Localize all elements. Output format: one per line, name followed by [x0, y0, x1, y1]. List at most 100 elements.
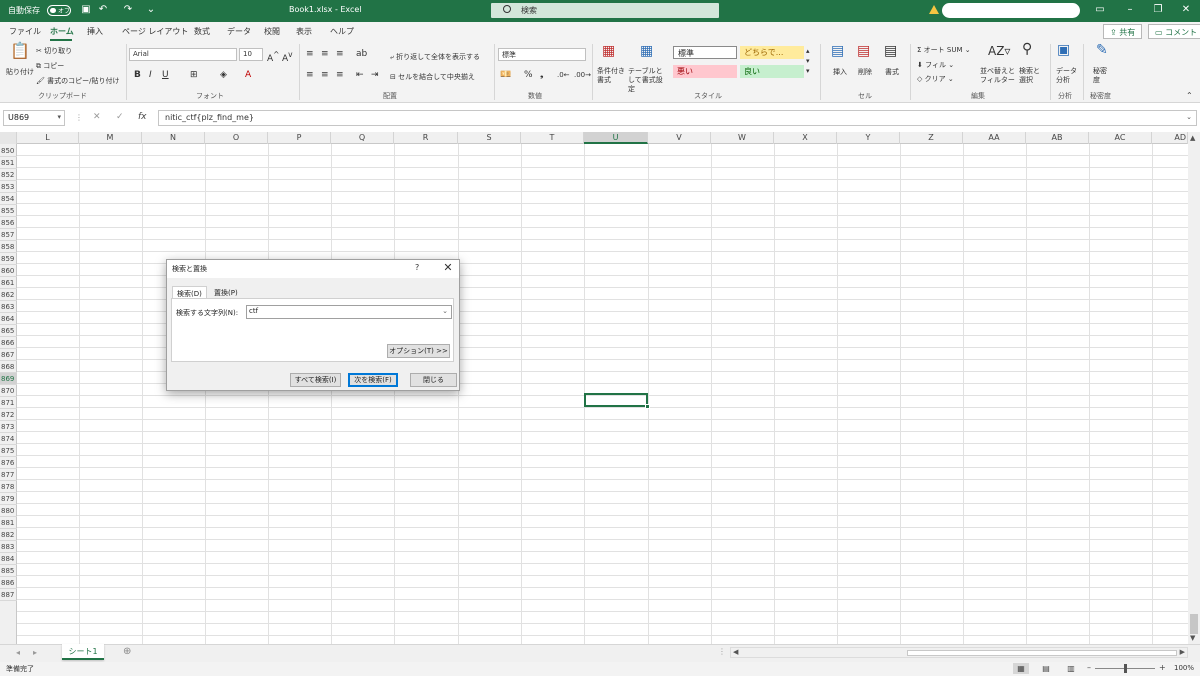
next-sheet-icon[interactable]: ▸ — [33, 648, 37, 657]
options-button[interactable]: オプション(T) >> — [387, 344, 450, 358]
conditional-formatting-icon[interactable]: ▦ — [602, 44, 615, 58]
confirm-entry-icon[interactable]: ✓ — [116, 112, 124, 122]
row-header[interactable]: 881 — [0, 517, 17, 529]
zoom-out-icon[interactable]: – — [1087, 663, 1091, 672]
column-header[interactable]: X — [774, 132, 837, 144]
delete-cells-label[interactable]: 削除 — [858, 67, 872, 77]
zoom-level[interactable]: 100% — [1174, 664, 1194, 672]
row-header[interactable]: 858 — [0, 241, 17, 253]
font-size-select[interactable]: 10 — [239, 48, 263, 61]
merge-center-button[interactable]: ⊟ セルを結合して中央揃え — [390, 72, 475, 82]
hscroll-thumb[interactable] — [907, 650, 1177, 656]
increase-decimal-icon[interactable]: .0← — [557, 70, 570, 80]
account-name-redacted[interactable] — [942, 3, 1080, 18]
decrease-indent-icon[interactable]: ⇤ — [356, 70, 364, 80]
style-normal[interactable]: 標準 — [673, 46, 737, 59]
column-header[interactable]: W — [711, 132, 774, 144]
sort-filter-icon[interactable]: AZ▿ — [988, 45, 1010, 57]
add-sheet-icon[interactable]: ⊕ — [123, 646, 131, 657]
fill-color-icon[interactable]: ◈ — [220, 70, 227, 80]
increase-font-icon[interactable]: A^ — [267, 50, 279, 64]
zoom-in-icon[interactable]: + — [1159, 663, 1166, 672]
column-header[interactable]: AD — [1152, 132, 1188, 144]
row-header[interactable]: 879 — [0, 493, 17, 505]
row-header[interactable]: 863 — [0, 301, 17, 313]
cancel-entry-icon[interactable]: ✕ — [93, 112, 101, 122]
row-header[interactable]: 883 — [0, 541, 17, 553]
column-header[interactable]: L — [17, 132, 79, 144]
select-all-corner[interactable] — [0, 132, 17, 144]
column-header[interactable]: AA — [963, 132, 1026, 144]
horizontal-scrollbar[interactable]: ◀ ▶ — [730, 647, 1188, 658]
scroll-up-icon[interactable]: ▲ — [1190, 134, 1195, 142]
row-header[interactable]: 887 — [0, 589, 17, 601]
row-header[interactable]: 876 — [0, 457, 17, 469]
percent-icon[interactable]: % — [524, 70, 533, 80]
row-header[interactable]: 852 — [0, 169, 17, 181]
restore-icon[interactable]: ❐ — [1152, 4, 1164, 16]
column-header[interactable]: R — [394, 132, 458, 144]
clear-button[interactable]: ◇ クリア ⌄ — [917, 74, 954, 84]
minimize-icon[interactable]: – — [1124, 4, 1136, 16]
column-header[interactable]: M — [79, 132, 142, 144]
collapse-ribbon-icon[interactable]: ⌃ — [1186, 91, 1193, 101]
tab-data[interactable]: データ — [227, 26, 251, 37]
insert-function-icon[interactable]: fx — [138, 112, 147, 122]
zoom-slider-knob[interactable] — [1124, 664, 1127, 673]
find-what-input[interactable]: ctf ⌄ — [246, 305, 452, 319]
format-painter-button[interactable]: 🖌 書式のコピー/貼り付け — [36, 76, 119, 86]
tab-home[interactable]: ホーム — [50, 26, 74, 37]
tab-insert[interactable]: 挿入 — [87, 26, 103, 37]
column-header[interactable]: Q — [331, 132, 394, 144]
row-header[interactable]: 885 — [0, 565, 17, 577]
formula-input[interactable]: nitic_ctf{plz_find_me} ⌄ — [158, 110, 1197, 126]
row-header[interactable]: 850 — [0, 145, 17, 157]
find-next-button[interactable]: 次を検索(F) — [348, 373, 398, 387]
help-icon[interactable]: ? — [415, 263, 419, 272]
prev-sheet-icon[interactable]: ◂ — [16, 648, 20, 657]
tab-file[interactable]: ファイル — [9, 26, 41, 37]
sheet-tab-active[interactable]: シート1 — [62, 644, 104, 660]
align-left-icon[interactable]: ≡ — [306, 70, 314, 80]
insert-cells-icon[interactable]: ▤ — [831, 44, 844, 58]
borders-icon[interactable]: ⊞ — [190, 70, 198, 80]
align-middle-icon[interactable]: ≡ — [321, 49, 329, 59]
find-select-icon[interactable]: ⚲ — [1022, 42, 1032, 56]
decrease-font-icon[interactable]: Av — [282, 50, 293, 64]
copy-button[interactable]: ⧉ コピー — [36, 61, 64, 71]
scroll-left-icon[interactable]: ◀ — [733, 648, 738, 656]
tab-splitter-icon[interactable]: ⋮ — [718, 647, 726, 656]
column-header[interactable]: P — [268, 132, 331, 144]
row-header[interactable]: 855 — [0, 205, 17, 217]
column-header[interactable]: V — [648, 132, 711, 144]
row-header[interactable]: 853 — [0, 181, 17, 193]
scroll-thumb[interactable] — [1190, 614, 1198, 634]
expand-formula-icon[interactable]: ⌄ — [1186, 113, 1192, 121]
decrease-decimal-icon[interactable]: .00→ — [574, 70, 591, 80]
style-neutral[interactable]: どちらで... — [740, 46, 804, 59]
sort-filter-label[interactable]: 並べ替えとフィルター — [980, 67, 1018, 85]
row-header[interactable]: 877 — [0, 469, 17, 481]
font-color-icon[interactable]: A — [245, 70, 251, 80]
row-header[interactable]: 864 — [0, 313, 17, 325]
format-as-table-label[interactable]: テーブルとして書式設定 — [628, 67, 668, 94]
style-bad[interactable]: 悪い — [673, 65, 737, 78]
row-header[interactable]: 865 — [0, 325, 17, 337]
undo-icon[interactable]: ↶ — [97, 4, 109, 16]
row-header[interactable]: 873 — [0, 421, 17, 433]
analyze-data-label[interactable]: データ分析 — [1056, 67, 1078, 85]
normal-view-icon[interactable]: ▦ — [1013, 663, 1029, 674]
title-search-box[interactable]: 検索 — [491, 3, 719, 18]
row-header[interactable]: 862 — [0, 289, 17, 301]
row-header[interactable]: 859 — [0, 253, 17, 265]
number-format-select[interactable]: 標準 — [498, 48, 586, 61]
ribbon-display-icon[interactable]: ▭ — [1094, 4, 1106, 16]
delete-cells-icon[interactable]: ▤ — [857, 44, 870, 58]
align-right-icon[interactable]: ≡ — [336, 70, 344, 80]
conditional-formatting-label[interactable]: 条件付き書式 — [597, 67, 625, 85]
styles-scroll-icon[interactable]: ▴ ▾ ▾ — [806, 46, 810, 76]
tab-review[interactable]: 校閲 — [264, 26, 280, 37]
column-header[interactable]: O — [205, 132, 268, 144]
fill-button[interactable]: ⬇ フィル ⌄ — [917, 60, 954, 70]
wrap-text-button[interactable]: ⤶ 折り返して全体を表示する — [390, 52, 480, 62]
